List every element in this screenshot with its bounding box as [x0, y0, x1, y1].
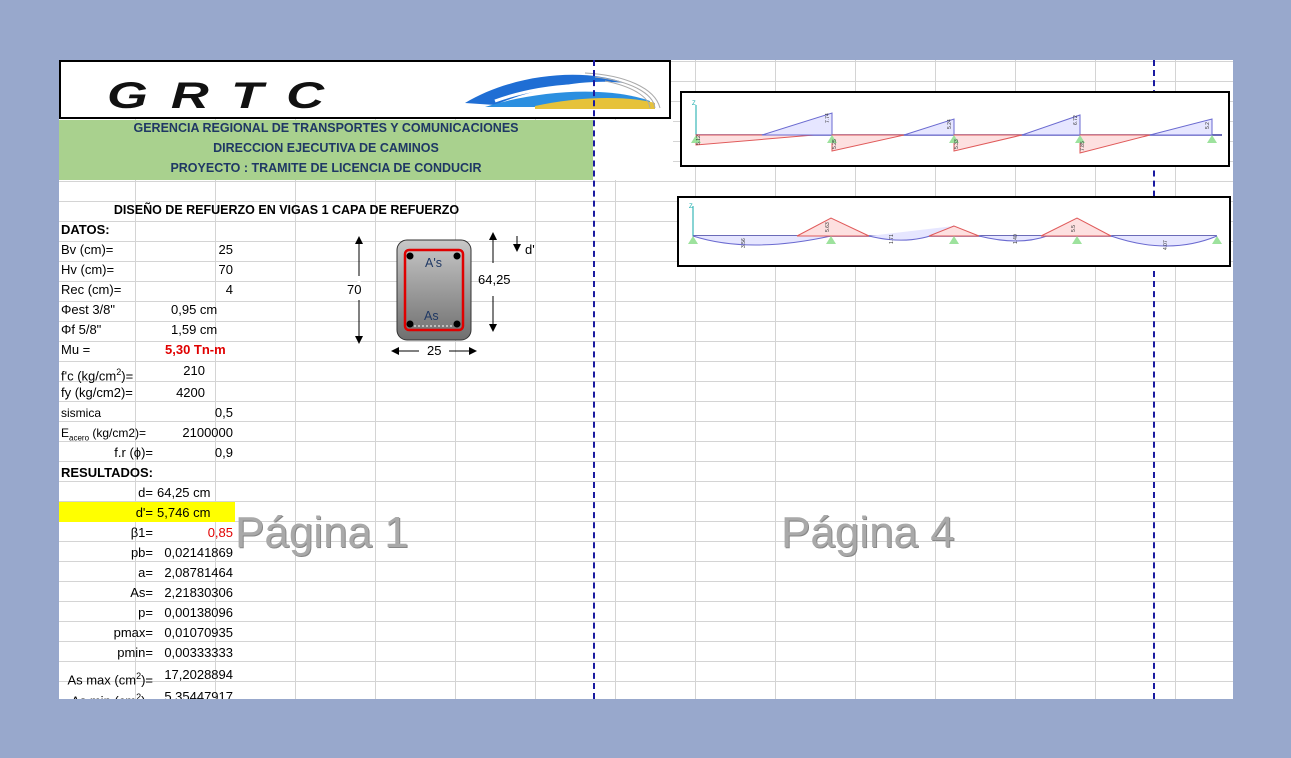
dprime-dim-label: d': [525, 242, 535, 257]
grtc-logo: GRTC: [107, 72, 661, 116]
pmax-value: 0,01070935: [164, 625, 233, 640]
hv-value[interactable]: 70: [155, 260, 233, 280]
svg-text:1.71: 1.71: [889, 234, 895, 244]
hv-label: Hv (cm)=: [61, 262, 115, 277]
bv-label: Bv (cm)=: [61, 242, 114, 257]
beta1-label: β1=: [130, 525, 153, 540]
svg-text:Z: Z: [689, 204, 693, 210]
bottom-steel-label: As: [424, 309, 439, 323]
logo-box: GRTC: [59, 60, 671, 119]
svg-text:3.56: 3.56: [741, 238, 747, 248]
resultados-label: RESULTADOS:: [61, 465, 153, 480]
a-label: a=: [138, 565, 153, 580]
fr-label: f.r (ϕ)=: [114, 445, 153, 460]
pmin-label: pmin=: [117, 645, 153, 660]
top-bar-right: [453, 252, 461, 260]
width-dim-label: 25: [427, 343, 442, 358]
top-steel-label: A's: [425, 256, 442, 270]
bv-value[interactable]: 25: [155, 240, 233, 260]
dprime-value: 5,746 cm: [157, 505, 211, 520]
p-label: p=: [138, 605, 153, 620]
svg-text:5.2: 5.2: [1205, 122, 1211, 129]
a-value: 2,08781464: [164, 565, 233, 580]
top-bar-left: [406, 252, 414, 260]
page1-watermark: Página 1: [235, 508, 409, 557]
bottom-bar-left: [406, 320, 414, 328]
page-break-1: [593, 60, 595, 699]
beta1-value: 0,85: [207, 525, 233, 540]
svg-text:5.5: 5.5: [1071, 225, 1077, 232]
fr-value[interactable]: 0,9: [155, 443, 233, 463]
sismica-value[interactable]: 0,5: [155, 403, 233, 423]
header-line1: GERENCIA REGIONAL DE TRANSPORTES Y COMUN…: [133, 121, 519, 135]
d-label: d=: [138, 485, 153, 500]
rec-value[interactable]: 4: [155, 280, 233, 300]
header-line2: DIRECCION EJECUTIVA DE CAMINOS: [213, 141, 439, 155]
svg-text:Z: Z: [692, 101, 696, 107]
fy-label: fy (kg/cm2)=: [61, 385, 133, 400]
svg-text:6.72: 6.72: [1073, 115, 1079, 125]
shear-diagram: Z 5.12 7.74 5.25 5.24 5.33 6.72 7.85 5.2: [691, 101, 1222, 154]
svg-text:GRTC: GRTC: [107, 74, 347, 116]
svg-text:7.85: 7.85: [1080, 141, 1086, 151]
p-value: 0,00138096: [164, 605, 233, 620]
asmin-label: As min (cm2)=: [71, 692, 153, 699]
pmax-label: pmax=: [113, 625, 153, 640]
bottom-bar-right: [453, 320, 461, 328]
mu-label: Mu =: [61, 342, 91, 357]
sismica-label: sismica: [61, 406, 102, 420]
pmin-value: 0,00333333: [164, 645, 233, 660]
spreadsheet-area[interactable]: GRTC GERENCIA REGIONAL DE TRANSPORTES Y …: [59, 60, 1233, 699]
page-title: DISEÑO DE REFUERZO EN VIGAS 1 CAPA DE RE…: [113, 203, 460, 217]
asmax-value: 17,2028894: [164, 667, 233, 682]
svg-text:7.74: 7.74: [825, 113, 831, 123]
svg-text:5.12: 5.12: [696, 135, 702, 145]
fc-value[interactable]: 210: [155, 361, 205, 381]
d-dim-label: 64,25: [478, 272, 511, 287]
mu-value[interactable]: 5,30 Tn-m: [165, 340, 226, 360]
dprime-label: d'=: [135, 505, 153, 520]
moment-diagram-box[interactable]: Z 3.56 5.63 1.71 1.40 5.5 4.07: [677, 196, 1231, 267]
eacero-value[interactable]: 2100000: [155, 423, 233, 443]
svg-text:1.40: 1.40: [1013, 234, 1019, 244]
header-line3: PROYECTO : TRAMITE DE LICENCIA DE CONDUC…: [170, 161, 482, 175]
fy-value[interactable]: 4200: [155, 383, 205, 403]
page4-watermark: Página 4: [781, 508, 955, 557]
shear-diagram-box[interactable]: Z 5.12 7.74 5.25 5.24 5.33 6.72 7.85 5.2: [680, 91, 1230, 167]
svg-text:5.33: 5.33: [954, 139, 960, 149]
phif-label: Φf 5/8": [61, 322, 102, 337]
pb-label: pb=: [130, 545, 153, 560]
est-label: Φest 3/8": [61, 302, 116, 317]
svg-text:5.63: 5.63: [825, 222, 831, 232]
pb-value: 0,02141869: [164, 545, 233, 560]
svg-text:4.07: 4.07: [1163, 240, 1169, 250]
datos-label: DATOS:: [61, 222, 110, 237]
rec-label: Rec (cm)=: [61, 282, 122, 297]
moment-diagram: Z 3.56 5.63 1.71 1.40 5.5 4.07: [688, 204, 1222, 250]
as-label: As=: [130, 585, 153, 600]
as-value: 2,21830306: [164, 585, 233, 600]
asmin-value: 5,35447917: [164, 689, 233, 699]
svg-text:5.25: 5.25: [832, 139, 838, 149]
est-value[interactable]: 0,95 cm: [171, 300, 217, 320]
svg-text:5.24: 5.24: [947, 119, 953, 129]
height-dim-label: 70: [347, 282, 362, 297]
phif-value[interactable]: 1,59 cm: [171, 320, 217, 340]
d-value: 64,25 cm: [157, 485, 211, 500]
